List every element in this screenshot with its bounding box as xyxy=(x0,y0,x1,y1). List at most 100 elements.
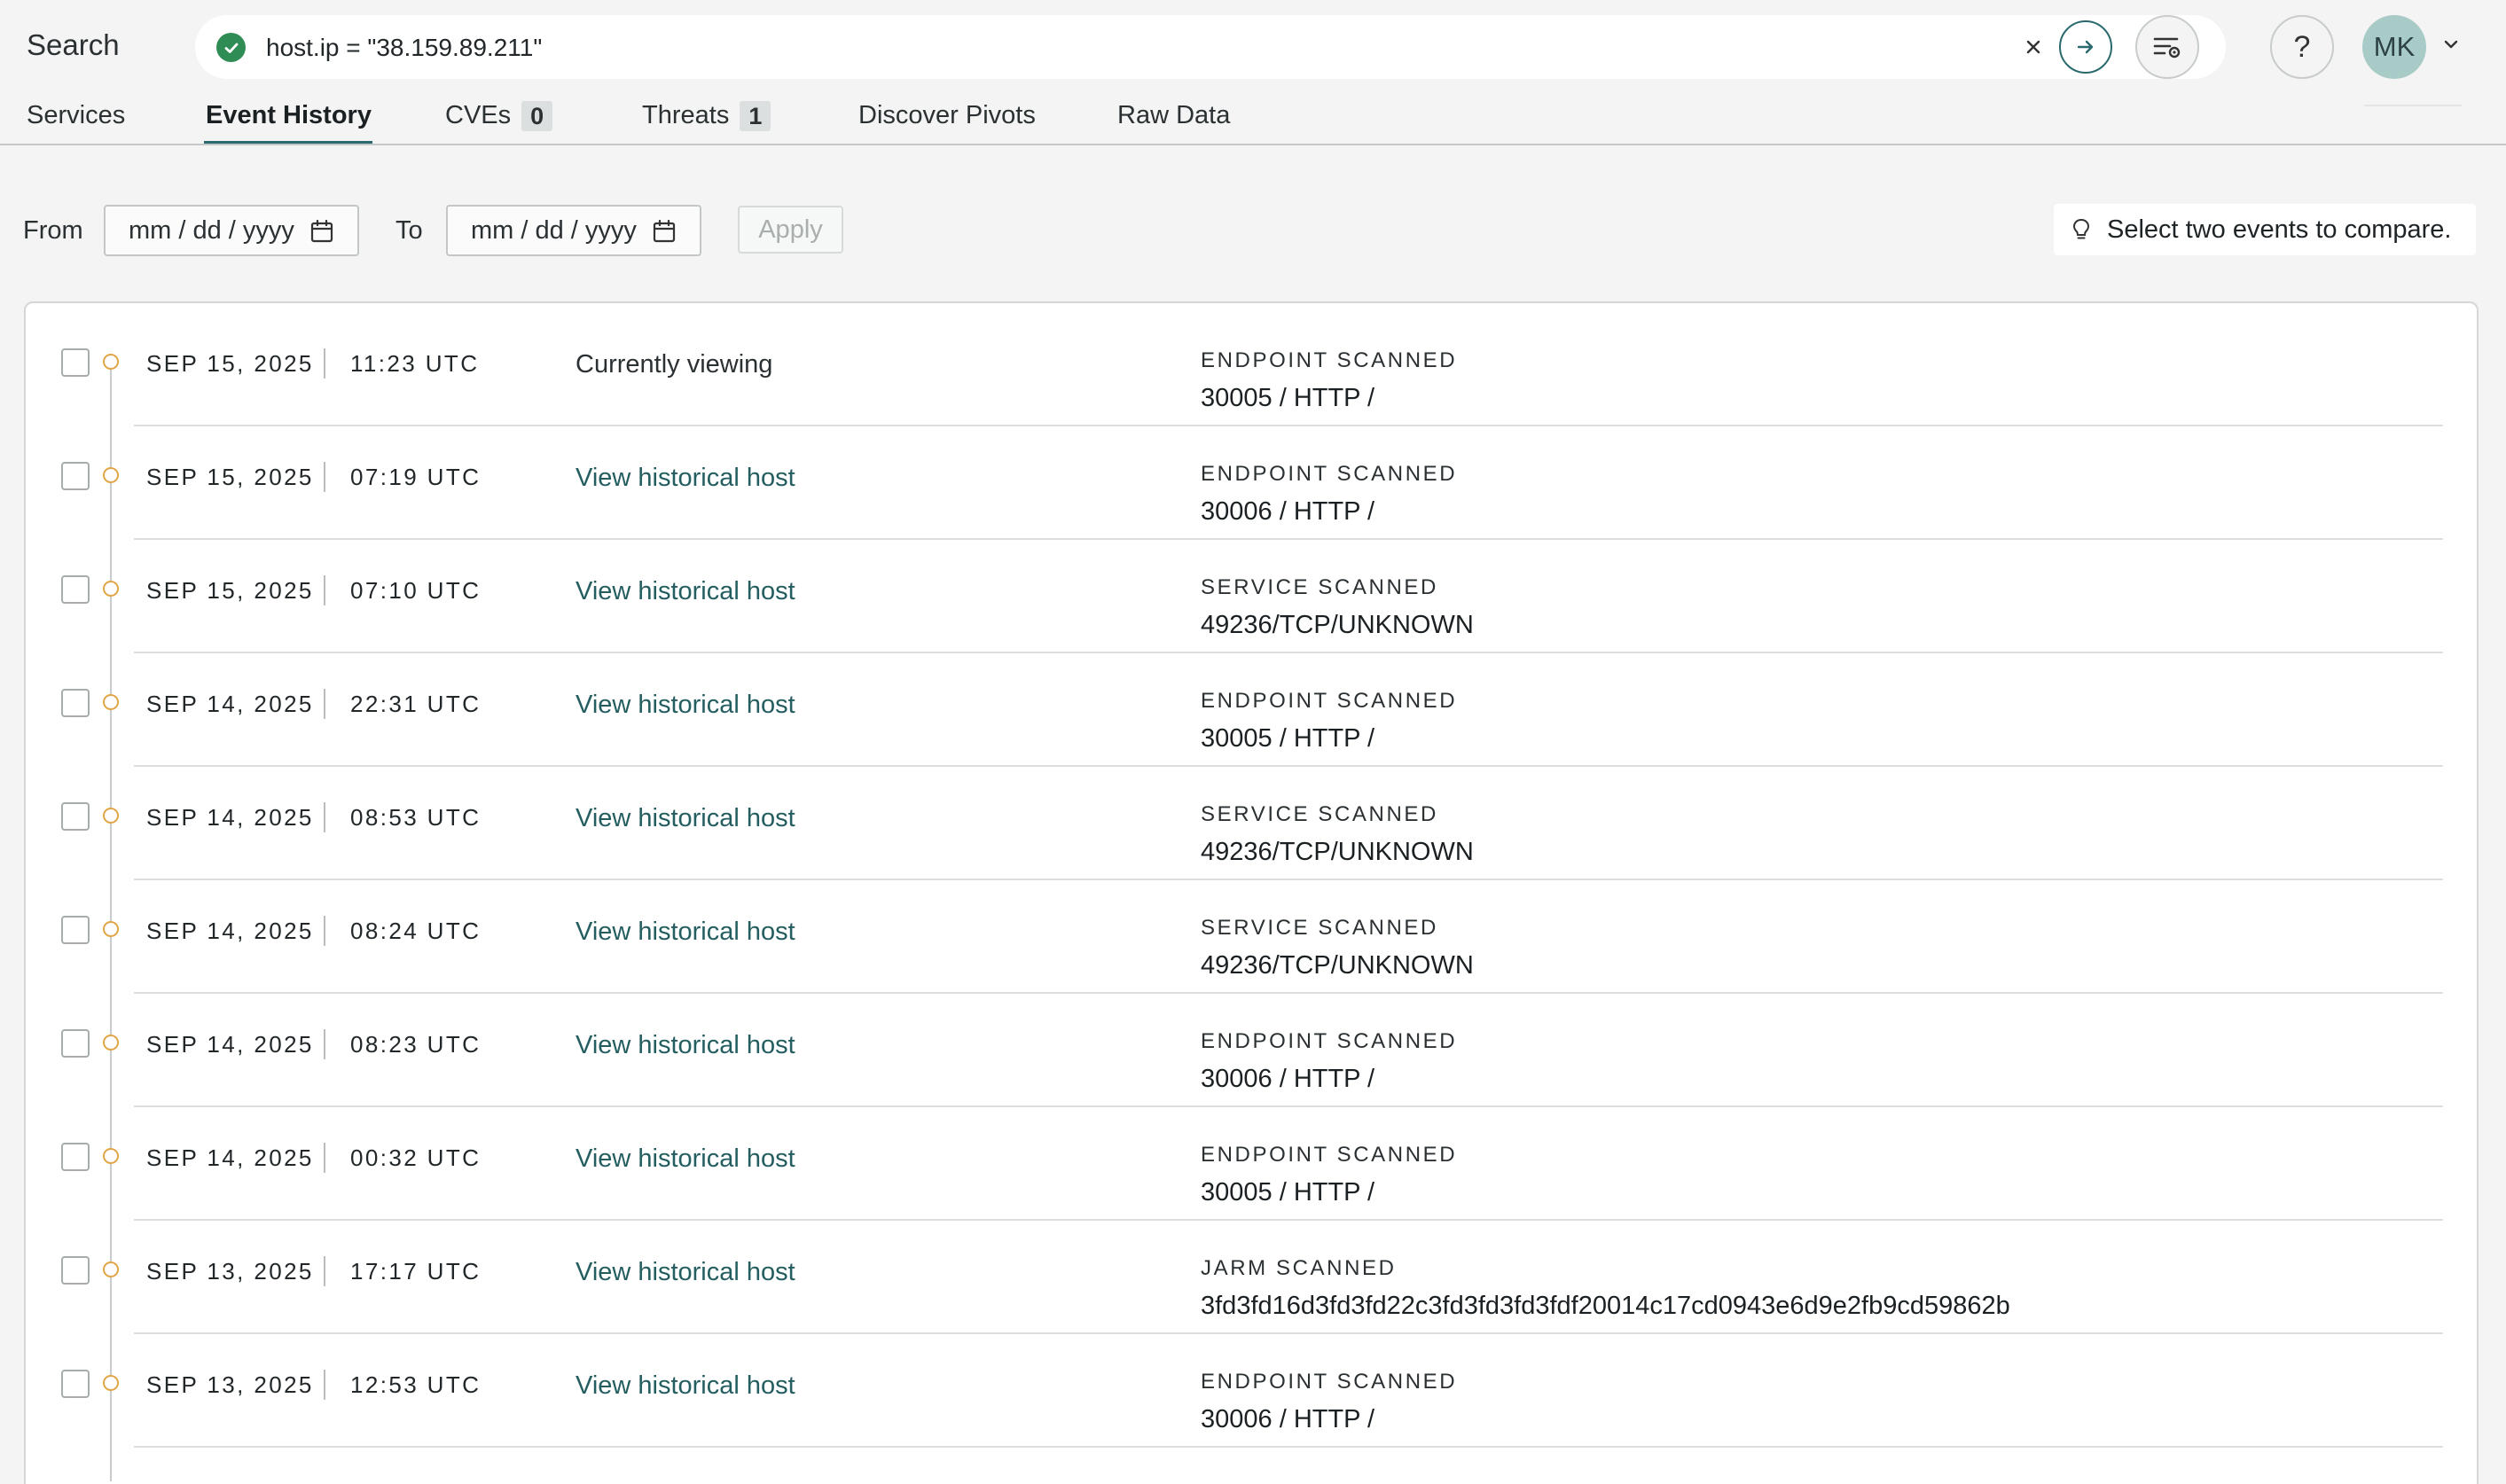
clear-search-icon[interactable] xyxy=(2017,29,2049,65)
event-select-checkbox[interactable] xyxy=(61,689,90,717)
tab-count-badge: 1 xyxy=(740,101,771,131)
event-row: SEP 15, 2025 11:23 UTC Currently viewing EN… xyxy=(26,313,2479,426)
search-bar[interactable]: host.ip = "38.159.89.211" xyxy=(195,15,2226,79)
event-history-panel: SEP 15, 2025 11:23 UTC Currently viewing EN… xyxy=(24,301,2479,1484)
date-time-divider xyxy=(324,1256,325,1286)
event-row: SEP 14, 2025 22:31 UTC View historical hos… xyxy=(26,653,2479,767)
tabs-divider xyxy=(0,144,2506,145)
user-avatar[interactable]: MK xyxy=(2362,15,2426,79)
event-date: SEP 14, 2025 xyxy=(146,918,314,944)
event-select-checkbox[interactable] xyxy=(61,1029,90,1058)
event-type: SERVICE SCANNED xyxy=(1201,916,1438,940)
calendar-icon[interactable] xyxy=(652,219,677,244)
event-row: SEP 15, 2025 07:10 UTC View historical hos… xyxy=(26,540,2479,653)
tab-count-badge: 0 xyxy=(521,101,553,131)
event-value: 49236/TCP/UNKNOWN xyxy=(1201,611,1474,639)
date-time-divider xyxy=(324,575,325,605)
event-type: ENDPOINT SCANNED xyxy=(1201,1143,1458,1167)
view-historical-host-link[interactable]: View historical host xyxy=(576,1258,795,1287)
valid-query-check-icon xyxy=(216,33,246,62)
event-date: SEP 13, 2025 xyxy=(146,1258,314,1285)
event-time: 08:53 UTC xyxy=(350,804,482,831)
event-value: 30006 / HTTP / xyxy=(1201,1065,1375,1093)
event-type: ENDPOINT SCANNED xyxy=(1201,1029,1458,1053)
tab-cves[interactable]: CVEs 0 xyxy=(445,101,553,145)
timeline-dot-icon xyxy=(103,1035,119,1051)
event-select-checkbox[interactable] xyxy=(61,462,90,490)
timeline-dot-icon xyxy=(103,921,119,937)
search-label: Search xyxy=(27,28,120,61)
event-row: SEP 13, 2025 12:53 UTC View historical hos… xyxy=(26,1334,2479,1448)
event-row: SEP 14, 2025 08:23 UTC View historical hos… xyxy=(26,994,2479,1107)
view-historical-host-link[interactable]: View historical host xyxy=(576,918,795,947)
event-type: SERVICE SCANNED xyxy=(1201,802,1438,826)
event-value: 49236/TCP/UNKNOWN xyxy=(1201,838,1474,866)
event-value: 30005 / HTTP / xyxy=(1201,724,1375,753)
event-select-checkbox[interactable] xyxy=(61,1370,90,1398)
event-row: SEP 14, 2025 08:24 UTC View historical hos… xyxy=(26,880,2479,994)
lightbulb-icon xyxy=(2072,218,2090,239)
event-time: 12:53 UTC xyxy=(350,1371,482,1398)
submit-search-button[interactable] xyxy=(2059,20,2112,74)
help-button[interactable]: ? xyxy=(2270,15,2334,79)
event-time: 17:17 UTC xyxy=(350,1258,482,1285)
event-value: 49236/TCP/UNKNOWN xyxy=(1201,951,1474,980)
event-type: SERVICE SCANNED xyxy=(1201,575,1438,599)
event-time: 07:19 UTC xyxy=(350,464,482,490)
timeline-dot-icon xyxy=(103,694,119,710)
event-time: 08:24 UTC xyxy=(350,918,482,944)
event-select-checkbox[interactable] xyxy=(61,575,90,604)
event-type: ENDPOINT SCANNED xyxy=(1201,689,1458,713)
arrow-right-icon xyxy=(2077,40,2094,54)
event-select-checkbox[interactable] xyxy=(61,916,90,944)
event-select-checkbox[interactable] xyxy=(61,348,90,377)
event-value: 30005 / HTTP / xyxy=(1201,1178,1375,1207)
event-select-checkbox[interactable] xyxy=(61,1256,90,1285)
from-label: From xyxy=(23,216,83,245)
event-date: SEP 13, 2025 xyxy=(146,1371,314,1398)
search-query-input[interactable]: host.ip = "38.159.89.211" xyxy=(266,34,542,62)
timeline-dot-icon xyxy=(103,581,119,597)
tab-discover-pivots[interactable]: Discover Pivots xyxy=(858,101,1036,145)
date-time-divider xyxy=(324,916,325,946)
view-historical-host-link[interactable]: View historical host xyxy=(576,691,795,720)
tab-raw-data[interactable]: Raw Data xyxy=(1117,101,1230,145)
view-historical-host-link[interactable]: View historical host xyxy=(576,577,795,606)
event-time: 22:31 UTC xyxy=(350,691,482,717)
timeline-dot-icon xyxy=(103,1261,119,1277)
tab-event-history[interactable]: Event History xyxy=(206,101,372,145)
event-date: SEP 15, 2025 xyxy=(146,464,314,490)
to-label: To xyxy=(395,216,423,245)
search-settings-button[interactable] xyxy=(2135,15,2199,79)
timeline-dot-icon xyxy=(103,467,119,483)
tab-label: Services xyxy=(27,101,126,129)
tab-threats[interactable]: Threats 1 xyxy=(642,101,771,145)
event-type: JARM SCANNED xyxy=(1201,1256,1397,1280)
tab-services[interactable]: Services xyxy=(27,101,125,145)
from-date-input[interactable]: mm / dd / yyyy xyxy=(104,205,359,256)
tab-label: Raw Data xyxy=(1117,101,1231,129)
to-date-input[interactable]: mm / dd / yyyy xyxy=(446,205,701,256)
tab-label: CVEs xyxy=(445,101,512,129)
event-select-checkbox[interactable] xyxy=(61,802,90,831)
view-historical-host-link[interactable]: View historical host xyxy=(576,1144,795,1174)
event-row: SEP 13, 2025 17:17 UTC View historical hos… xyxy=(26,1221,2479,1334)
view-historical-host-link[interactable]: View historical host xyxy=(576,1031,795,1060)
date-time-divider xyxy=(324,1370,325,1400)
timeline-dot-icon xyxy=(103,354,119,370)
currently-viewing-label: Currently viewing xyxy=(576,350,773,379)
event-value: 30005 / HTTP / xyxy=(1201,384,1375,412)
view-historical-host-link[interactable]: View historical host xyxy=(576,1371,795,1401)
event-value: 3fd3fd16d3fd3fd22c3fd3fd3fd3fdf20014c17c… xyxy=(1201,1292,2010,1320)
date-time-divider xyxy=(324,348,325,379)
event-select-checkbox[interactable] xyxy=(61,1143,90,1171)
apply-button[interactable]: Apply xyxy=(738,206,843,254)
view-historical-host-link[interactable]: View historical host xyxy=(576,464,795,493)
timeline-dot-icon xyxy=(103,1375,119,1391)
event-date: SEP 14, 2025 xyxy=(146,1031,314,1058)
calendar-icon[interactable] xyxy=(309,219,334,244)
chevron-down-icon[interactable] xyxy=(2440,34,2462,55)
timeline-dot-icon xyxy=(103,1148,119,1164)
header-divider xyxy=(2364,105,2462,106)
view-historical-host-link[interactable]: View historical host xyxy=(576,804,795,833)
